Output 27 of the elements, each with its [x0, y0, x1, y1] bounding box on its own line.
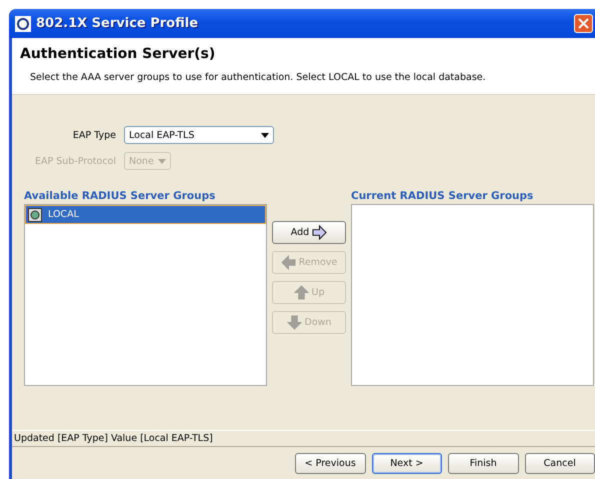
- window-title: 802.1X Service Profile: [36, 16, 198, 31]
- item-label: LOCAL: [48, 209, 79, 220]
- wizard-button[interactable]: < Previous: [295, 452, 366, 474]
- server-icon: [28, 208, 42, 222]
- server-group-item[interactable]: LOCAL: [25, 205, 266, 224]
- caret-icon: [261, 132, 269, 138]
- page-heading: Authentication Server(s): [20, 46, 216, 62]
- arrow-icon: [286, 315, 302, 330]
- caret-icon: [158, 158, 166, 164]
- close-button[interactable]: [574, 14, 593, 33]
- wizard-button[interactable]: Finish: [448, 452, 518, 474]
- page-description: Select the AAA server groups to use for authentication. Select LOCAL to use the local database.: [30, 72, 487, 83]
- arrow-icon: [312, 225, 328, 240]
- list-title: Current RADIUS Server Groups: [351, 190, 534, 204]
- app-icon: [15, 16, 31, 32]
- status-text: Updated [EAP Type] Value [Local EAP-TLS]: [14, 433, 213, 444]
- server-group-list[interactable]: LOCAL: [24, 204, 267, 386]
- arrow-icon: [280, 255, 296, 270]
- field-label: EAP Sub-Protocol: [34, 156, 117, 166]
- wizard-button[interactable]: Next >: [372, 452, 442, 474]
- close-icon: [578, 18, 589, 29]
- list-title: Available RADIUS Server Groups: [24, 190, 216, 204]
- field-label: EAP Type: [72, 130, 117, 140]
- dropdown[interactable]: Local EAP-TLS: [124, 126, 274, 144]
- arrow-icon: [294, 285, 308, 300]
- wizard-button[interactable]: Cancel: [524, 452, 595, 474]
- move-button[interactable]: Add: [272, 221, 346, 244]
